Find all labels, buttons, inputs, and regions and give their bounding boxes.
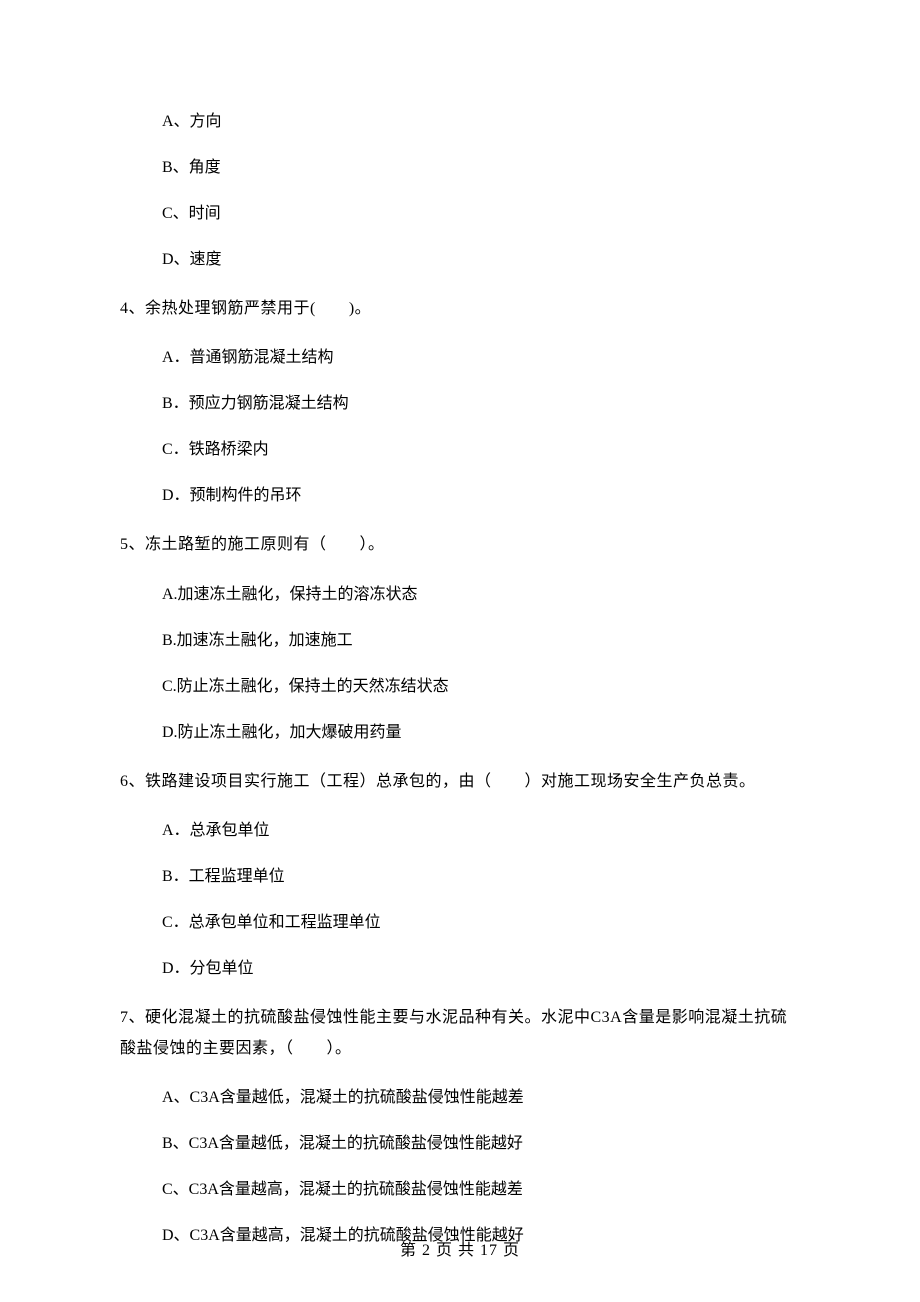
q5-option-c: C.防止冻土融化，保持土的天然冻结状态 (120, 675, 800, 699)
question-6: 6、铁路建设项目实行施工（工程）总承包的，由（ ）对施工现场安全生产负总责。 (120, 767, 800, 797)
q6-option-c: C．总承包单位和工程监理单位 (120, 911, 800, 935)
q6-option-d: D．分包单位 (120, 957, 800, 981)
q4-option-a: A．普通钢筋混凝土结构 (120, 346, 800, 370)
q5-option-d: D.防止冻土融化，加大爆破用药量 (120, 721, 800, 745)
page-content: A、方向 B、角度 C、时间 D、速度 4、余热处理钢筋严禁用于( )。 A．普… (0, 0, 920, 1248)
q6-text: 6、铁路建设项目实行施工（工程）总承包的，由（ ）对施工现场安全生产负总责。 (120, 767, 800, 797)
q4-text: 4、余热处理钢筋严禁用于( )。 (120, 294, 800, 324)
q3-option-d: D、速度 (120, 248, 800, 272)
q6-option-b: B．工程监理单位 (120, 865, 800, 889)
question-4: 4、余热处理钢筋严禁用于( )。 (120, 294, 800, 324)
q5-option-a: A.加速冻土融化，保持土的溶冻状态 (120, 583, 800, 607)
q3-option-c: C、时间 (120, 202, 800, 226)
question-5: 5、冻土路堑的施工原则有（ ）。 (120, 530, 800, 560)
q4-option-d: D．预制构件的吊环 (120, 484, 800, 508)
q5-option-b: B.加速冻土融化，加速施工 (120, 629, 800, 653)
q3-option-b: B、角度 (120, 156, 800, 180)
q3-option-a: A、方向 (120, 110, 800, 134)
q7-option-a: A、C3A含量越低，混凝土的抗硫酸盐侵蚀性能越差 (120, 1086, 800, 1110)
q4-option-b: B．预应力钢筋混凝土结构 (120, 392, 800, 416)
q7-text: 7、硬化混凝土的抗硫酸盐侵蚀性能主要与水泥品种有关。水泥中C3A含量是影响混凝土… (120, 1003, 800, 1064)
q6-option-a: A．总承包单位 (120, 819, 800, 843)
q7-option-c: C、C3A含量越高，混凝土的抗硫酸盐侵蚀性能越差 (120, 1178, 800, 1202)
q5-text: 5、冻土路堑的施工原则有（ ）。 (120, 530, 800, 560)
q4-option-c: C．铁路桥梁内 (120, 438, 800, 462)
question-7: 7、硬化混凝土的抗硫酸盐侵蚀性能主要与水泥品种有关。水泥中C3A含量是影响混凝土… (120, 1003, 800, 1064)
q7-option-b: B、C3A含量越低，混凝土的抗硫酸盐侵蚀性能越好 (120, 1132, 800, 1156)
page-footer: 第 2 页 共 17 页 (0, 1236, 920, 1260)
